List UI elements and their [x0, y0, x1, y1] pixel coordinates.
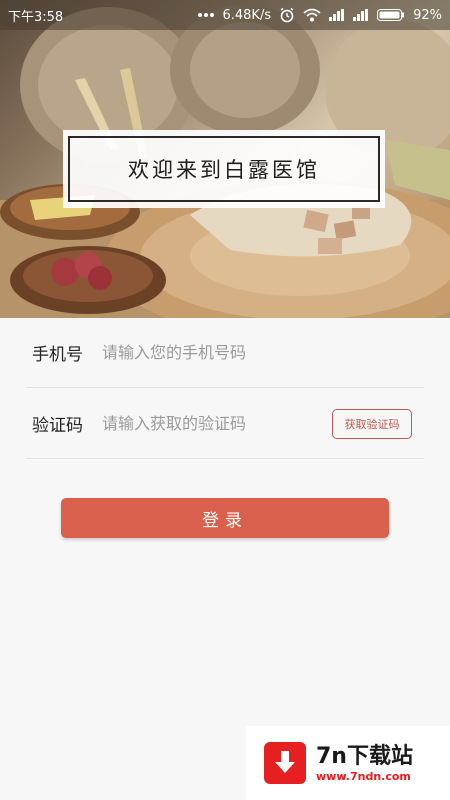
verification-code-row: 验证码 获取验证码	[26, 389, 424, 459]
battery-percent: 92%	[413, 7, 442, 23]
battery-icon	[377, 9, 405, 21]
site-watermark: 7n下载站 www.7ndn.com	[246, 726, 450, 800]
welcome-title: 欢迎来到白露医馆	[128, 158, 320, 182]
phone-input[interactable]	[102, 343, 424, 362]
verification-code-label: 验证码	[32, 416, 83, 436]
status-time: 下午3:58	[8, 9, 64, 25]
get-code-button[interactable]: 获取验证码	[332, 409, 412, 439]
more-dots-icon	[198, 12, 215, 18]
signal-icon	[353, 9, 369, 21]
hero-image: 欢迎来到白露医馆	[0, 0, 450, 318]
login-button[interactable]: 登录	[61, 498, 389, 538]
phone-label: 手机号	[32, 345, 83, 365]
wifi-icon	[303, 8, 321, 22]
signal-icon	[329, 9, 345, 21]
watermark-url: www.7ndn.com	[316, 769, 411, 783]
alarm-icon	[279, 7, 295, 23]
status-bar: 下午3:58 6.48K/s 92%	[0, 0, 450, 30]
phone-row: 手机号	[26, 318, 424, 388]
watermark-name: 7n下载站	[316, 743, 413, 769]
network-speed: 6.48K/s	[222, 7, 272, 23]
download-arrow-icon	[264, 742, 306, 784]
login-screen: 欢迎来到白露医馆 下午3:58 6.48K/s 92% 手机号 请输入您的手机号…	[0, 0, 450, 800]
welcome-banner: 欢迎来到白露医馆	[63, 130, 385, 208]
welcome-banner-frame: 欢迎来到白露医馆	[68, 136, 380, 202]
